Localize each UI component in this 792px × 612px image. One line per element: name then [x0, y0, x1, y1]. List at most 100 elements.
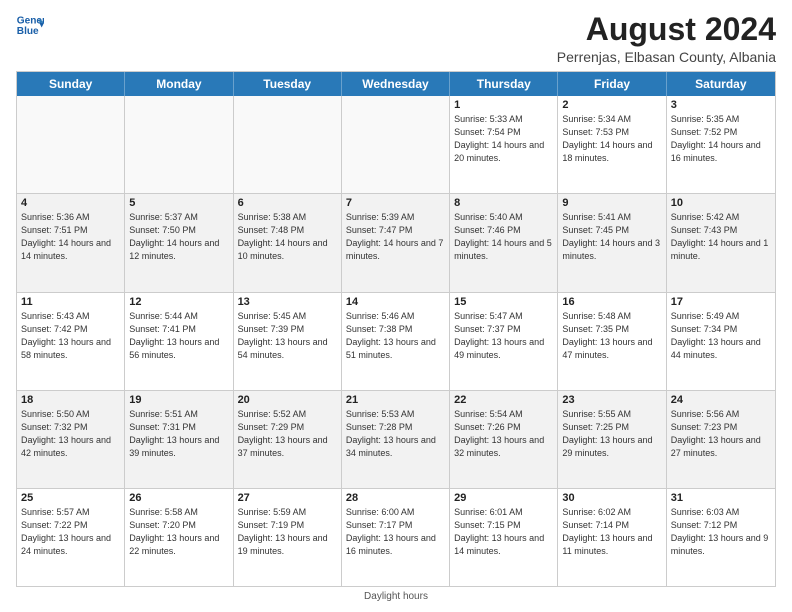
calendar-day-8: 8 Sunrise: 5:40 AM Sunset: 7:46 PM Daylig…: [450, 194, 558, 291]
empty-cell: [234, 96, 342, 193]
day-header-friday: Friday: [558, 72, 666, 96]
day-number: 29: [454, 492, 553, 504]
empty-cell: [17, 96, 125, 193]
calendar-day-13: 13Sunrise: 5:45 AM Sunset: 7:39 PM Dayli…: [234, 293, 342, 390]
day-number: 10: [671, 197, 771, 209]
calendar-row: 1 Sunrise: 5:33 AM Sunset: 7:54 PM Daylig…: [17, 96, 775, 193]
day-number: 13: [238, 296, 337, 308]
day-number: 2: [562, 99, 661, 111]
day-number: 27: [238, 492, 337, 504]
logo: General Blue: [16, 12, 44, 40]
calendar-body: 1 Sunrise: 5:33 AM Sunset: 7:54 PM Daylig…: [17, 96, 775, 586]
day-number: 20: [238, 394, 337, 406]
calendar-header: SundayMondayTuesdayWednesdayThursdayFrid…: [17, 72, 775, 96]
day-number: 28: [346, 492, 445, 504]
calendar-day-22: 22Sunrise: 5:54 AM Sunset: 7:26 PM Dayli…: [450, 391, 558, 488]
calendar-day-9: 9Sunrise: 5:41 AM Sunset: 7:45 PM Daylig…: [558, 194, 666, 291]
day-info: Sunrise: 5:37 AM Sunset: 7:50 PM Dayligh…: [129, 211, 228, 263]
calendar-day-4: 4Sunrise: 5:36 AM Sunset: 7:51 PM Daylig…: [17, 194, 125, 291]
day-info: Sunrise: 5:49 AM Sunset: 7:34 PM Dayligh…: [671, 310, 771, 362]
calendar-day-5: 5 Sunrise: 5:37 AM Sunset: 7:50 PM Daylig…: [125, 194, 233, 291]
calendar-day-27: 27 Sunrise: 5:59 AM Sunset: 7:19 PM Dayli…: [234, 489, 342, 586]
day-number: 16: [562, 296, 661, 308]
day-info: Sunrise: 5:59 AM Sunset: 7:19 PM Dayligh…: [238, 506, 337, 558]
calendar-day-18: 18 Sunrise: 5:50 AM Sunset: 7:32 PM Dayli…: [17, 391, 125, 488]
day-header-wednesday: Wednesday: [342, 72, 450, 96]
day-number: 15: [454, 296, 553, 308]
day-info: Sunrise: 5:58 AM Sunset: 7:20 PM Dayligh…: [129, 506, 228, 558]
day-info: Sunrise: 6:01 AM Sunset: 7:15 PM Dayligh…: [454, 506, 553, 558]
calendar: SundayMondayTuesdayWednesdayThursdayFrid…: [16, 71, 776, 587]
calendar-day-29: 29 Sunrise: 6:01 AM Sunset: 7:15 PM Dayli…: [450, 489, 558, 586]
day-number: 19: [129, 394, 228, 406]
day-number: 5: [129, 197, 228, 209]
calendar-day-19: 19Sunrise: 5:51 AM Sunset: 7:31 PM Dayli…: [125, 391, 233, 488]
day-number: 12: [129, 296, 228, 308]
day-number: 22: [454, 394, 553, 406]
day-info: Sunrise: 6:03 AM Sunset: 7:12 PM Dayligh…: [671, 506, 771, 558]
day-info: Sunrise: 5:42 AM Sunset: 7:43 PM Dayligh…: [671, 211, 771, 263]
day-number: 7: [346, 197, 445, 209]
day-info: Sunrise: 5:35 AM Sunset: 7:52 PM Dayligh…: [671, 113, 771, 165]
day-number: 18: [21, 394, 120, 406]
day-info: Sunrise: 5:43 AM Sunset: 7:42 PM Dayligh…: [21, 310, 120, 362]
calendar-day-25: 25Sunrise: 5:57 AM Sunset: 7:22 PM Dayli…: [17, 489, 125, 586]
day-number: 3: [671, 99, 771, 111]
empty-cell: [342, 96, 450, 193]
day-number: 9: [562, 197, 661, 209]
day-number: 24: [671, 394, 771, 406]
day-info: Sunrise: 5:39 AM Sunset: 7:47 PM Dayligh…: [346, 211, 445, 263]
calendar-row: 11 Sunrise: 5:43 AM Sunset: 7:42 PM Dayli…: [17, 292, 775, 390]
page-header: General Blue August 2024 Perrenjas, Elba…: [16, 12, 776, 65]
day-number: 30: [562, 492, 661, 504]
empty-cell: [125, 96, 233, 193]
calendar-day-26: 26 Sunrise: 5:58 AM Sunset: 7:20 PM Dayli…: [125, 489, 233, 586]
day-info: Sunrise: 6:00 AM Sunset: 7:17 PM Dayligh…: [346, 506, 445, 558]
day-info: Sunrise: 5:40 AM Sunset: 7:46 PM Dayligh…: [454, 211, 553, 263]
day-header-monday: Monday: [125, 72, 233, 96]
calendar-day-15: 15 Sunrise: 5:47 AM Sunset: 7:37 PM Dayli…: [450, 293, 558, 390]
day-header-tuesday: Tuesday: [234, 72, 342, 96]
calendar-row: 4Sunrise: 5:36 AM Sunset: 7:51 PM Daylig…: [17, 193, 775, 291]
calendar-day-1: 1 Sunrise: 5:33 AM Sunset: 7:54 PM Daylig…: [450, 96, 558, 193]
calendar-day-3: 3 Sunrise: 5:35 AM Sunset: 7:52 PM Daylig…: [667, 96, 775, 193]
calendar-day-31: 31Sunrise: 6:03 AM Sunset: 7:12 PM Dayli…: [667, 489, 775, 586]
title-block: August 2024 Perrenjas, Elbasan County, A…: [557, 12, 776, 65]
calendar-day-24: 24 Sunrise: 5:56 AM Sunset: 7:23 PM Dayli…: [667, 391, 775, 488]
calendar-day-7: 7 Sunrise: 5:39 AM Sunset: 7:47 PM Daylig…: [342, 194, 450, 291]
day-number: 17: [671, 296, 771, 308]
svg-text:Blue: Blue: [17, 26, 39, 37]
month-title: August 2024: [557, 12, 776, 47]
footer-note: Daylight hours: [16, 591, 776, 602]
calendar-day-28: 28 Sunrise: 6:00 AM Sunset: 7:17 PM Dayli…: [342, 489, 450, 586]
day-info: Sunrise: 5:57 AM Sunset: 7:22 PM Dayligh…: [21, 506, 120, 558]
daylight-label: Daylight hours: [364, 591, 428, 602]
day-number: 11: [21, 296, 120, 308]
day-number: 1: [454, 99, 553, 111]
day-info: Sunrise: 5:34 AM Sunset: 7:53 PM Dayligh…: [562, 113, 661, 165]
day-number: 26: [129, 492, 228, 504]
calendar-day-6: 6Sunrise: 5:38 AM Sunset: 7:48 PM Daylig…: [234, 194, 342, 291]
day-info: Sunrise: 5:44 AM Sunset: 7:41 PM Dayligh…: [129, 310, 228, 362]
calendar-row: 18 Sunrise: 5:50 AM Sunset: 7:32 PM Dayli…: [17, 390, 775, 488]
day-number: 21: [346, 394, 445, 406]
calendar-day-17: 17 Sunrise: 5:49 AM Sunset: 7:34 PM Dayli…: [667, 293, 775, 390]
day-info: Sunrise: 5:53 AM Sunset: 7:28 PM Dayligh…: [346, 408, 445, 460]
day-info: Sunrise: 6:02 AM Sunset: 7:14 PM Dayligh…: [562, 506, 661, 558]
calendar-day-10: 10 Sunrise: 5:42 AM Sunset: 7:43 PM Dayli…: [667, 194, 775, 291]
logo-icon: General Blue: [16, 12, 44, 40]
day-header-saturday: Saturday: [667, 72, 775, 96]
calendar-day-12: 12 Sunrise: 5:44 AM Sunset: 7:41 PM Dayli…: [125, 293, 233, 390]
calendar-day-20: 20Sunrise: 5:52 AM Sunset: 7:29 PM Dayli…: [234, 391, 342, 488]
day-info: Sunrise: 5:48 AM Sunset: 7:35 PM Dayligh…: [562, 310, 661, 362]
day-header-thursday: Thursday: [450, 72, 558, 96]
location-title: Perrenjas, Elbasan County, Albania: [557, 49, 776, 65]
day-info: Sunrise: 5:50 AM Sunset: 7:32 PM Dayligh…: [21, 408, 120, 460]
day-info: Sunrise: 5:56 AM Sunset: 7:23 PM Dayligh…: [671, 408, 771, 460]
day-number: 8: [454, 197, 553, 209]
day-info: Sunrise: 5:33 AM Sunset: 7:54 PM Dayligh…: [454, 113, 553, 165]
day-header-sunday: Sunday: [17, 72, 125, 96]
day-info: Sunrise: 5:47 AM Sunset: 7:37 PM Dayligh…: [454, 310, 553, 362]
calendar-day-11: 11 Sunrise: 5:43 AM Sunset: 7:42 PM Dayli…: [17, 293, 125, 390]
calendar-day-23: 23Sunrise: 5:55 AM Sunset: 7:25 PM Dayli…: [558, 391, 666, 488]
